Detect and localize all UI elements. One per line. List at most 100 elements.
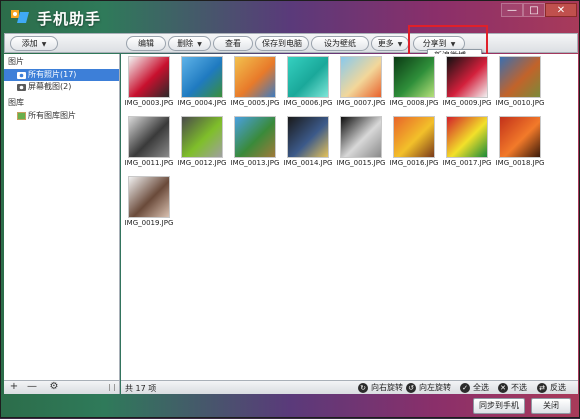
photo-filename: IMG_0003.JPG [124,99,174,107]
photo-image [181,116,223,158]
photo-image [393,116,435,158]
resize-grip[interactable] [109,384,115,391]
add-album-button[interactable]: + [8,382,20,393]
check-icon: ✓ [460,383,470,393]
photo-thumbnail[interactable]: IMG_0019.JPG [123,175,175,229]
invert-icon: ⇄ [537,383,547,393]
delete-button[interactable]: 删除 ▼ [168,36,211,51]
photo-image [128,56,170,98]
rotate-right-button[interactable]: ↻ 向右旋转 [358,382,403,394]
photo-grid: IMG_0003.JPG IMG_0004.JPG IMG_0005.JPG IMG_… [121,54,578,380]
photo-thumbnail[interactable]: IMG_0016.JPG [388,115,440,169]
photo-thumbnail[interactable]: IMG_0006.JPG [282,55,334,109]
more-button[interactable]: 更多 ▼ [371,36,409,51]
photo-image [128,116,170,158]
photo-image [234,56,276,98]
edit-button-label: 编辑 [138,39,154,48]
photo-image [181,56,223,98]
photo-filename: IMG_0019.JPG [124,219,174,227]
sidebar-item-all-photos[interactable]: 所有照片(17) [4,69,119,81]
bottom-bar: 同步到手机 关闭 [1,394,580,419]
set-wallpaper-button-label: 设为壁纸 [324,39,356,48]
photo-image [128,176,170,218]
rotate-left-icon: ↺ [406,383,416,393]
toolbar: 添加 ▼ 编辑 删除 ▼ 查看 保存到电脑 设为壁纸 更多 ▼ 分享到 ▼ [4,33,578,53]
minimize-button[interactable]: — [501,3,523,17]
app-title: 手机助手 [37,10,102,28]
window-controls: — □ ✕ [501,3,577,17]
select-none-button[interactable]: ✕ 不选 [498,382,527,394]
delete-button-label: 删除 [177,39,194,48]
sidebar-item-all-gallery-images[interactable]: 所有图库图片 [4,110,119,122]
rotate-right-icon: ↻ [358,383,368,393]
photo-filename: IMG_0006.JPG [283,99,333,107]
close-window-button[interactable]: ✕ [545,3,577,17]
sidebar-group-gallery: 图库 [8,98,24,107]
more-button-label: 更多 [377,39,394,48]
set-wallpaper-button[interactable]: 设为壁纸 [311,36,369,51]
invert-selection-label: 反选 [550,383,566,392]
photo-image [234,116,276,158]
photo-thumbnail[interactable]: IMG_0003.JPG [123,55,175,109]
photo-image [340,56,382,98]
sidebar-group-pictures: 图片 [8,57,24,66]
app-window: 手机助手 — □ ✕ 添加 ▼ 编辑 删除 ▼ 查看 保存到电脑 设为壁纸 更多 ▼ [0,0,580,418]
view-button-label: 查看 [225,39,241,48]
photo-image [393,56,435,98]
photo-image [499,116,541,158]
photo-filename: IMG_0012.JPG [177,159,227,167]
photo-thumbnail[interactable]: IMG_0012.JPG [176,115,228,169]
chevron-down-icon: ▼ [41,41,47,48]
photo-thumbnail[interactable]: IMG_0018.JPG [494,115,546,169]
rotate-left-label: 向左旋转 [419,383,451,392]
title-bar[interactable]: 手机助手 — □ ✕ [1,1,580,33]
chevron-down-icon: ▼ [397,41,403,48]
save-to-pc-button-label: 保存到电脑 [262,39,302,48]
chevron-down-icon: ▼ [197,41,202,48]
photo-thumbnail[interactable]: IMG_0004.JPG [176,55,228,109]
rotate-left-button[interactable]: ↺ 向左旋转 [406,382,451,394]
photo-filename: IMG_0018.JPG [495,159,545,167]
sidebar-item-label: 屏幕截图(2) [28,82,72,91]
photo-thumbnail[interactable]: IMG_0005.JPG [229,55,281,109]
photo-filename: IMG_0009.JPG [442,99,492,107]
image-icon [17,112,26,120]
photo-filename: IMG_0010.JPG [495,99,545,107]
camera-icon [17,84,26,91]
photo-filename: IMG_0015.JPG [336,159,386,167]
invert-selection-button[interactable]: ⇄ 反选 [537,382,566,394]
select-all-button[interactable]: ✓ 全选 [460,382,489,394]
photo-thumbnail[interactable]: IMG_0010.JPG [494,55,546,109]
sidebar-item-screenshots[interactable]: 屏幕截图(2) [4,81,119,93]
sidebar-item-label: 所有图库图片 [28,111,76,120]
photo-thumbnail[interactable]: IMG_0011.JPG [123,115,175,169]
maximize-button[interactable]: □ [523,3,545,17]
photo-filename: IMG_0011.JPG [124,159,174,167]
save-to-pc-button[interactable]: 保存到电脑 [255,36,309,51]
photo-thumbnail[interactable]: IMG_0015.JPG [335,115,387,169]
photo-filename: IMG_0016.JPG [389,159,439,167]
view-button[interactable]: 查看 [213,36,253,51]
photo-image [287,116,329,158]
sidebar-item-label: 所有照片(17) [28,70,77,79]
photo-thumbnail[interactable]: IMG_0014.JPG [282,115,334,169]
photo-thumbnail[interactable]: IMG_0013.JPG [229,115,281,169]
photo-thumbnail[interactable]: IMG_0008.JPG [388,55,440,109]
status-bar: 共 17 项 ↻ 向右旋转 ↺ 向左旋转 ✓ 全选 ✕ 不选 ⇄ 反选 [121,380,578,394]
photo-thumbnail[interactable]: IMG_0007.JPG [335,55,387,109]
photo-filename: IMG_0014.JPG [283,159,333,167]
photo-filename: IMG_0007.JPG [336,99,386,107]
settings-gear-icon[interactable]: ⚙ [46,382,62,393]
photo-thumbnail[interactable]: IMG_0009.JPG [441,55,493,109]
add-button-label: 添加 [21,39,38,48]
item-count: 共 17 项 [125,384,157,393]
photo-image [340,116,382,158]
add-button[interactable]: 添加 ▼ [10,36,58,51]
photo-thumbnail[interactable]: IMG_0017.JPG [441,115,493,169]
sync-to-phone-button[interactable]: 同步到手机 [473,398,525,414]
edit-button[interactable]: 编辑 [126,36,166,51]
close-button[interactable]: 关闭 [531,398,571,414]
photo-image [446,116,488,158]
remove-album-button[interactable]: — [26,382,38,393]
photo-filename: IMG_0017.JPG [442,159,492,167]
